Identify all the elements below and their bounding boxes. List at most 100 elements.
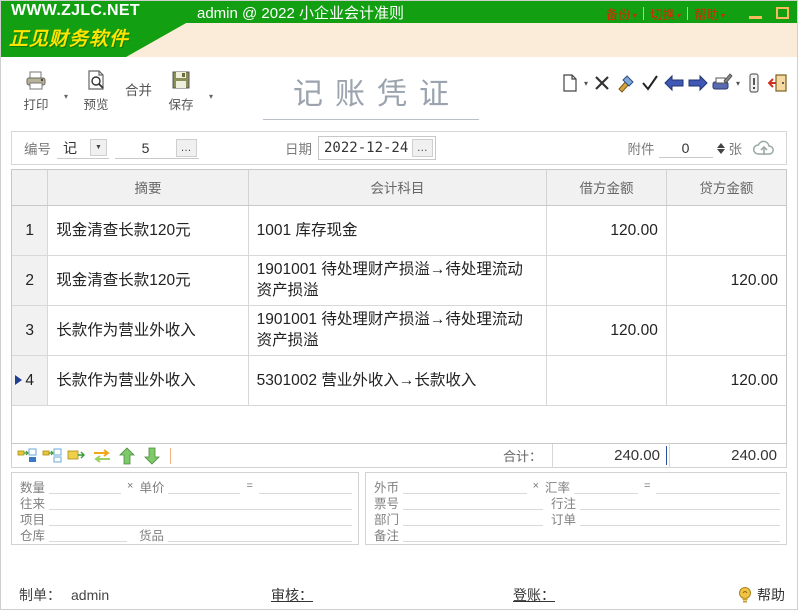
- project-input[interactable]: [49, 511, 352, 526]
- voucher-meta-row: 编号 记 ▼ 5 … 日期 2022-12-24 … 附件 0 张: [11, 131, 787, 165]
- order-input[interactable]: [580, 511, 780, 526]
- table-row[interactable]: 4 长款作为营业外收入 5301002 营业外收入→长款收入 120.00: [12, 355, 786, 406]
- table-row[interactable]: 1 现金清查长款120元 1001 库存现金 120.00: [12, 205, 786, 256]
- contact-input[interactable]: [49, 495, 352, 510]
- chevron-down-icon[interactable]: ▼: [90, 139, 107, 156]
- minimize-button[interactable]: [749, 15, 762, 19]
- cloud-upload-icon[interactable]: [752, 138, 776, 158]
- print-button[interactable]: 打印: [13, 63, 59, 113]
- voucher-number-browse-button[interactable]: …: [176, 138, 197, 157]
- tools-icon[interactable]: [615, 71, 637, 95]
- qty-input[interactable]: [49, 479, 122, 494]
- cell-credit[interactable]: [666, 305, 786, 356]
- maker-group: 制单： admin: [19, 585, 109, 605]
- price-input[interactable]: [168, 479, 241, 494]
- chevron-down-icon: ▾: [632, 11, 637, 20]
- order-label: 订单: [551, 512, 577, 527]
- goods-input[interactable]: [168, 527, 352, 542]
- preview-button[interactable]: 预览: [73, 63, 119, 113]
- cell-account[interactable]: 1001 库存现金: [248, 205, 548, 256]
- cell-debit[interactable]: [546, 255, 667, 306]
- voucher-window: WWW.ZJLC.NET 正见财务软件 admin @ 2022 小企业会计准则…: [0, 0, 798, 610]
- check-icon[interactable]: [639, 71, 661, 95]
- menu-help-label: 帮助: [693, 8, 719, 22]
- row-index-cell[interactable]: 2: [12, 255, 49, 306]
- cell-debit[interactable]: [546, 355, 667, 406]
- print-dropdown-caret[interactable]: ▾: [59, 92, 73, 101]
- info-icon[interactable]: [743, 71, 765, 95]
- merge-button[interactable]: 合并: [119, 63, 158, 113]
- move-down-icon[interactable]: [141, 446, 163, 466]
- warehouse-input[interactable]: [49, 527, 128, 542]
- maker-label: 制单：: [19, 587, 61, 603]
- line-note-input[interactable]: [580, 495, 780, 510]
- prev-arrow-icon[interactable]: [663, 71, 685, 95]
- swap-rows-icon[interactable]: [91, 446, 113, 466]
- menu-backup[interactable]: 备份 ▾: [600, 3, 643, 24]
- help-button[interactable]: 帮助: [737, 585, 785, 605]
- menu-switch[interactable]: 切换 ▾: [644, 3, 687, 24]
- cell-debit[interactable]: 120.00: [546, 305, 667, 356]
- cell-summary[interactable]: 长款作为营业外收入: [47, 305, 249, 356]
- cell-account[interactable]: 5301002 营业外收入→长款收入: [248, 355, 548, 406]
- cell-debit[interactable]: 120.00: [546, 205, 667, 256]
- toolbar-left-group: 打印 ▾ 预览 合并 保存 ▾: [13, 63, 218, 113]
- cell-account[interactable]: 1901001 待处理财产损溢→待处理流动资产损溢: [248, 255, 548, 306]
- voucher-date-input[interactable]: 2022-12-24 …: [318, 136, 437, 160]
- row-toolbar: 合计： 240.00 240.00: [11, 443, 787, 468]
- goods-label: 货品: [139, 528, 165, 543]
- remark-input[interactable]: [403, 527, 780, 542]
- append-row-icon[interactable]: [66, 446, 88, 466]
- new-document-dropdown-caret[interactable]: ▾: [583, 79, 589, 88]
- cell-summary[interactable]: 长款作为营业外收入: [47, 355, 249, 406]
- cell-account[interactable]: 1901001 待处理财产损溢→待处理流动资产损溢: [248, 305, 548, 356]
- attachment-count-input[interactable]: 0: [658, 138, 713, 158]
- table-row[interactable]: 3 长款作为营业外收入 1901001 待处理财产损溢→待处理流动资产损溢 12…: [12, 305, 786, 356]
- currency-input[interactable]: [403, 479, 527, 494]
- attachment-unit: 张: [728, 142, 743, 157]
- toolbar-divider: [170, 447, 171, 464]
- maker-value: admin: [71, 587, 110, 603]
- new-document-icon[interactable]: [559, 71, 581, 95]
- warehouse-label: 仓库: [20, 528, 46, 543]
- voucher-number-input[interactable]: 5 …: [115, 137, 199, 159]
- maximize-button[interactable]: [776, 7, 789, 19]
- delete-x-icon[interactable]: [591, 71, 613, 95]
- column-header-index: [12, 170, 49, 206]
- exit-icon[interactable]: [767, 71, 789, 95]
- print-dropdown-caret[interactable]: ▾: [735, 79, 741, 88]
- auditor-link[interactable]: 审核：: [271, 585, 313, 605]
- insert-row-above-icon[interactable]: [16, 446, 38, 466]
- cell-credit[interactable]: 120.00: [666, 255, 786, 306]
- bill-no-input[interactable]: [403, 495, 544, 510]
- poster-link[interactable]: 登账：: [513, 585, 555, 605]
- date-picker-button[interactable]: …: [412, 139, 434, 157]
- table-row[interactable]: 2 现金清查长款120元 1901001 待处理财产损溢→待处理流动资产损溢 1…: [12, 255, 786, 306]
- voucher-entries-grid[interactable]: 摘要 会计科目 借方金额 贷方金额 1 现金清查长款120元 1001 库存现金…: [11, 169, 787, 444]
- multiply-operator: ×: [127, 480, 134, 492]
- fx-amount-input[interactable]: [656, 479, 780, 494]
- cell-summary[interactable]: 现金清查长款120元: [47, 255, 249, 306]
- row-index-cell[interactable]: 3: [12, 305, 49, 356]
- next-arrow-icon[interactable]: [687, 71, 709, 95]
- total-credit-value: 240.00: [669, 443, 786, 468]
- voucher-type-select[interactable]: 记 ▼: [57, 137, 109, 159]
- project-row: 项目: [20, 510, 352, 527]
- menu-help[interactable]: 帮助 ▾: [688, 3, 731, 24]
- amount-input[interactable]: [258, 479, 352, 494]
- brand-url: WWW.ZJLC.NET: [11, 2, 140, 19]
- qty-price-row: 数量 × 单价 =: [20, 478, 352, 495]
- save-dropdown-caret[interactable]: ▾: [204, 92, 218, 101]
- move-up-icon[interactable]: [116, 446, 138, 466]
- print-icon[interactable]: [711, 71, 733, 95]
- attachment-stepper[interactable]: [716, 142, 725, 154]
- cell-credit[interactable]: 120.00: [666, 355, 786, 406]
- dept-input[interactable]: [403, 511, 544, 526]
- row-index-cell[interactable]: 1: [12, 205, 49, 256]
- row-index-cell[interactable]: 4: [12, 355, 49, 406]
- rate-input[interactable]: [574, 479, 639, 494]
- cell-summary[interactable]: 现金清查长款120元: [47, 205, 249, 256]
- cell-credit[interactable]: [666, 205, 786, 256]
- insert-row-below-icon[interactable]: [41, 446, 63, 466]
- save-button[interactable]: 保存: [158, 63, 204, 113]
